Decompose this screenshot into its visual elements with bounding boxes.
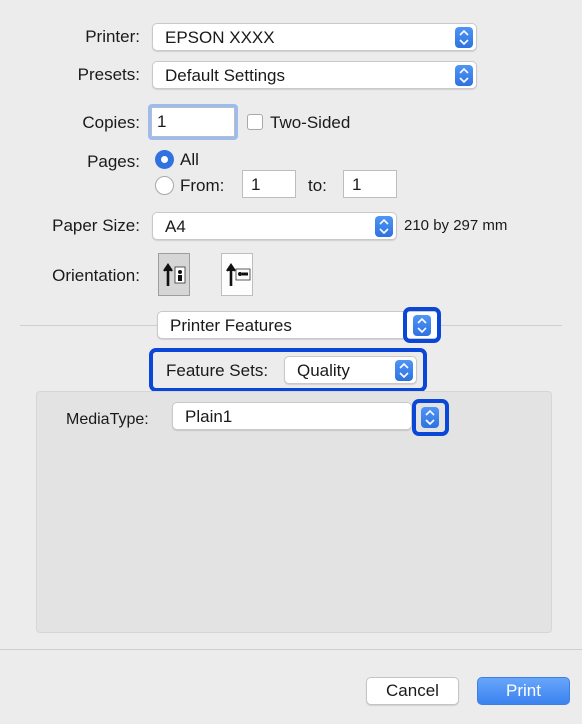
pages-to-value: 1 (352, 175, 362, 194)
printer-stepper-icon (455, 27, 473, 48)
orientation-label: Orientation: (52, 266, 140, 285)
two-sided-label: Two-Sided (270, 113, 351, 132)
pages-from-value: 1 (251, 175, 261, 194)
printer-label: Printer: (85, 27, 140, 46)
printer-popup[interactable]: EPSON XXXX (152, 23, 477, 51)
orientation-portrait-button[interactable] (158, 253, 190, 296)
presets-stepper-icon (455, 65, 473, 86)
pages-all-radio[interactable] (155, 150, 174, 169)
feature-sets-label: Feature Sets: (166, 361, 269, 380)
pages-to-label: to: (308, 176, 327, 195)
footer-separator (0, 649, 582, 650)
presets-value: Default Settings (165, 66, 286, 85)
printer-value: EPSON XXXX (165, 28, 275, 47)
feature-sets-stepper-icon (395, 360, 413, 381)
presets-label: Presets: (77, 65, 140, 84)
pages-from-label: From: (180, 176, 225, 195)
landscape-icon (226, 263, 251, 286)
two-sided-checkbox[interactable] (247, 114, 263, 130)
media-type-label: MediaType: (66, 411, 149, 428)
pages-label: Pages: (87, 152, 140, 171)
pages-to-field[interactable]: 1 (343, 170, 397, 198)
paper-size-stepper-icon (375, 216, 393, 237)
section-menu-stepper-icon[interactable] (413, 315, 431, 336)
copies-field[interactable]: 1 (151, 107, 235, 137)
section-menu-value: Printer Features (170, 316, 292, 335)
presets-popup[interactable]: Default Settings (152, 61, 477, 89)
media-type-popup[interactable]: Plain1 (172, 402, 412, 430)
pages-all-label: All (180, 150, 199, 169)
orientation-landscape-button[interactable] (221, 253, 253, 296)
paper-dimensions: 210 by 297 mm (404, 217, 508, 234)
copies-value: 1 (157, 112, 167, 131)
pages-from-radio[interactable] (155, 176, 174, 195)
paper-size-popup[interactable]: A4 (152, 212, 397, 240)
cancel-button[interactable]: Cancel (366, 677, 459, 705)
feature-sets-popup[interactable]: Quality (284, 356, 417, 384)
media-type-stepper-icon[interactable] (421, 407, 439, 428)
copies-label: Copies: (82, 113, 140, 132)
paper-size-label: Paper Size: (52, 216, 140, 235)
feature-sets-value: Quality (297, 361, 350, 380)
print-button[interactable]: Print (477, 677, 570, 705)
paper-size-value: A4 (165, 217, 186, 236)
portrait-icon (163, 263, 186, 286)
section-menu-popup[interactable]: Printer Features (157, 311, 439, 339)
media-type-value: Plain1 (185, 407, 233, 426)
pages-from-field[interactable]: 1 (242, 170, 296, 198)
